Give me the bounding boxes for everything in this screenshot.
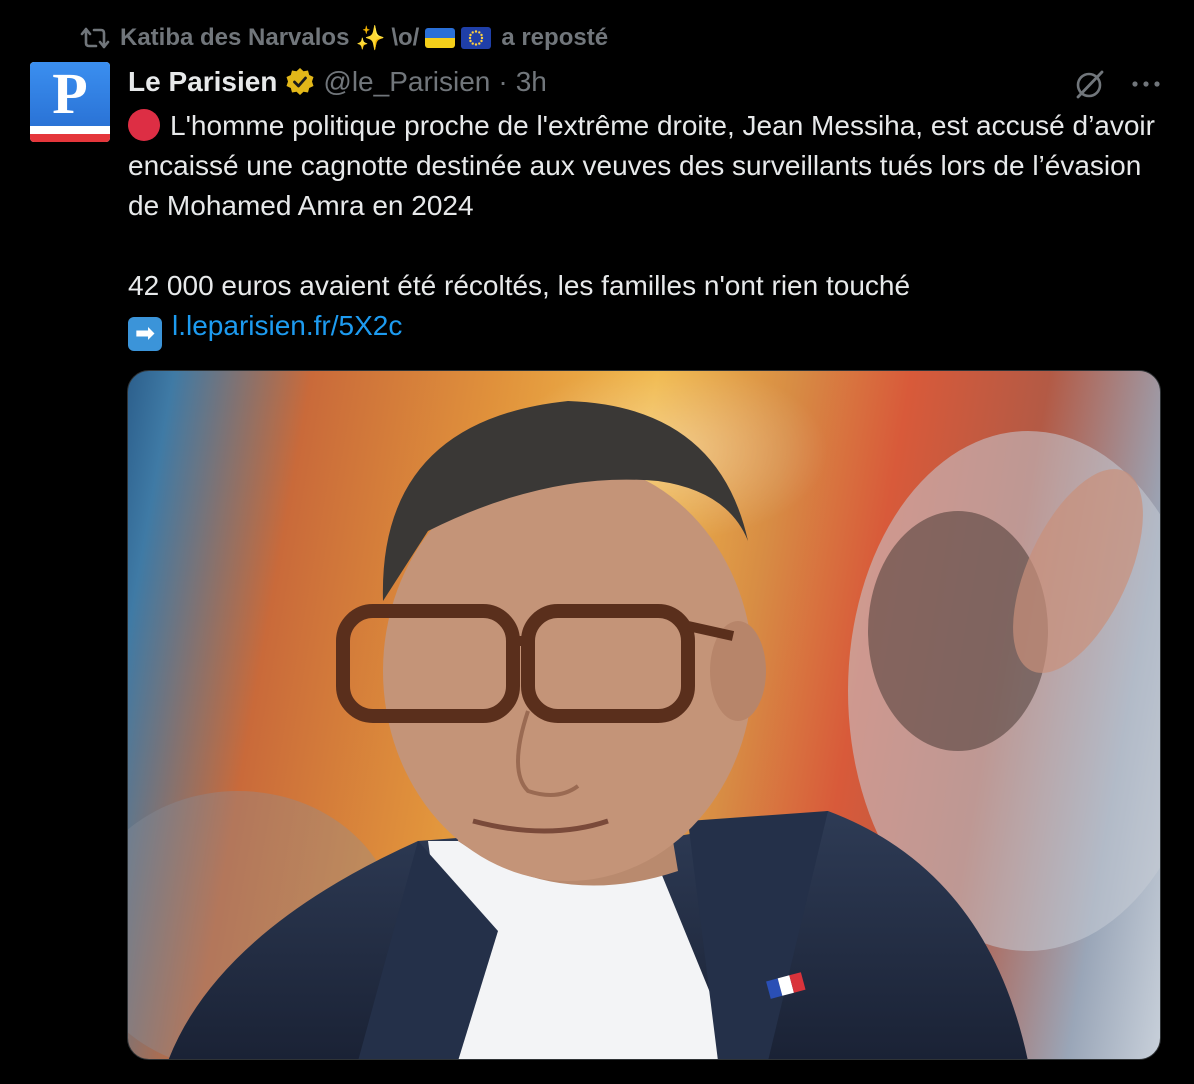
separator-dot: ·: [498, 66, 508, 97]
tweet-text: L'homme politique proche de l'extrême dr…: [128, 106, 1168, 351]
tweet-paragraph-2: 42 000 euros avaient été récoltés, les f…: [128, 270, 911, 301]
tweet-header: Le Parisien @le_Parisien · 3h: [128, 62, 547, 102]
eu-flag-icon: [461, 27, 492, 49]
account-name[interactable]: Le Parisien: [128, 66, 277, 98]
tweet-paragraph-1: L'homme politique proche de l'extrême dr…: [128, 110, 1155, 221]
reposter-emote: \o/: [391, 24, 420, 51]
repost-header: Katiba des Narvalos ✨ \o/ a reposté: [80, 22, 608, 54]
article-link[interactable]: l.leparisien.fr/5X2c: [172, 310, 402, 341]
tweet-top-actions: [1072, 64, 1162, 104]
repost-icon: [80, 27, 110, 49]
sparkle-icon: ✨: [355, 24, 386, 52]
reposter-link[interactable]: Katiba des Narvalos ✨ \o/: [120, 24, 492, 53]
account-handle[interactable]: @le_Parisien: [323, 66, 490, 98]
repost-label: a reposté: [501, 24, 609, 51]
ukraine-flag-icon: [425, 28, 456, 48]
red-circle-icon: [128, 109, 160, 141]
tweet-photo[interactable]: [127, 370, 1161, 1060]
verified-badge-icon[interactable]: [285, 67, 315, 97]
more-options-icon[interactable]: [1130, 79, 1162, 89]
grok-icon[interactable]: [1072, 66, 1108, 102]
avatar[interactable]: P: [30, 62, 110, 142]
avatar-letter: P: [52, 62, 88, 126]
right-arrow-icon: ➡: [128, 317, 162, 351]
reposter-name: Katiba des Narvalos: [120, 24, 350, 51]
timestamp[interactable]: 3h: [516, 66, 547, 98]
